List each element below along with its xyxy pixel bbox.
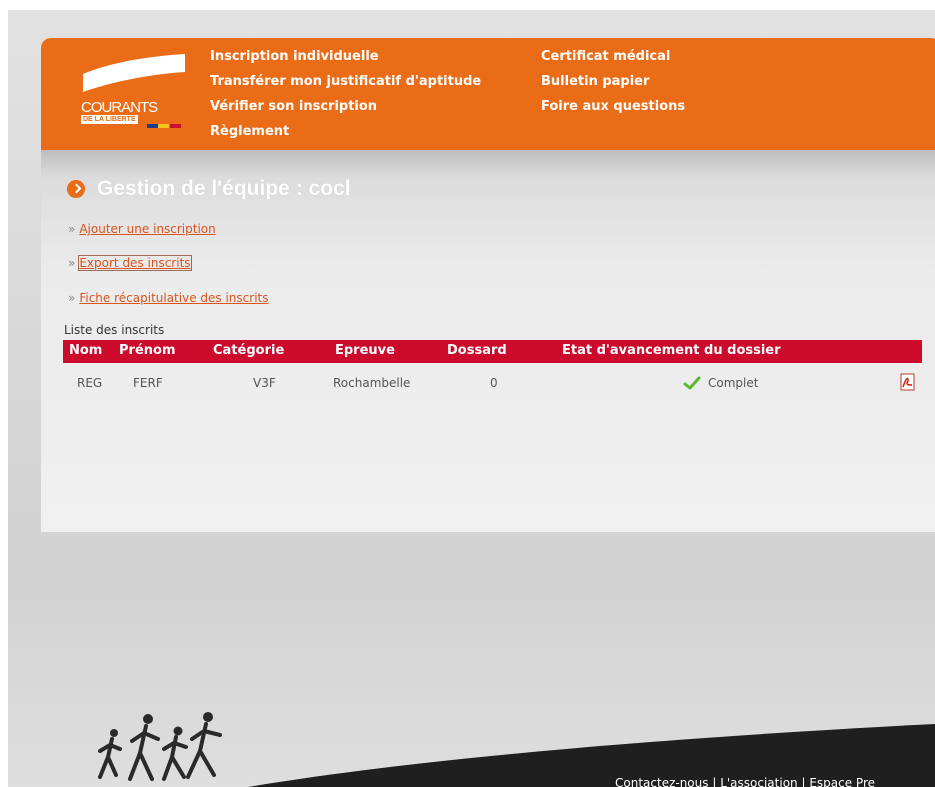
- chevron-right-circle-icon: [67, 180, 85, 198]
- nav-column-primary: Inscription individuelle Transférer mon …: [210, 44, 481, 144]
- column-header-categorie: Catégorie: [213, 343, 285, 358]
- footer-links: Contactez-nous | L'association | Espace …: [615, 776, 875, 787]
- action-item-summary: » Fiche récapitulative des inscrits: [68, 291, 268, 305]
- column-header-etat: Etat d'avancement du dossier: [562, 343, 781, 358]
- page-title: Gestion de l'équipe : cocl: [97, 177, 351, 200]
- cell-etat: Complet: [708, 376, 759, 390]
- export-registrants-link[interactable]: Export des inscrits: [78, 255, 192, 271]
- logo-swoosh: [83, 54, 185, 92]
- cell-epreuve: Rochambelle: [333, 376, 411, 390]
- cell-nom: REG: [77, 376, 103, 390]
- footer-band: [248, 724, 935, 787]
- logo-subname: DE LA LIBERTÉ: [81, 115, 138, 124]
- pdf-icon[interactable]: [899, 372, 917, 392]
- registrants-table-header: Nom Prénom Catégorie Epreuve Dossard Eta…: [63, 340, 922, 363]
- site-header: COURANTS DE LA LIBERTÉ Inscription indiv…: [41, 38, 935, 150]
- page-background: COURANTS DE LA LIBERTÉ Inscription indiv…: [8, 10, 935, 787]
- nav-link-transferer-justificatif[interactable]: Transférer mon justificatif d'aptitude: [210, 69, 481, 94]
- column-header-epreuve: Epreuve: [335, 343, 395, 358]
- registrants-list-caption: Liste des inscrits: [64, 323, 165, 337]
- footer-link-press[interactable]: Espace Pre: [809, 776, 875, 787]
- nav-link-certificat-medical[interactable]: Certificat médical: [541, 44, 685, 69]
- bullet-icon: »: [68, 291, 76, 305]
- column-header-nom: Nom: [69, 343, 103, 358]
- site-logo[interactable]: COURANTS DE LA LIBERTÉ: [81, 52, 191, 132]
- logo-name: COURANTS: [81, 99, 158, 116]
- summary-sheet-link[interactable]: Fiche récapitulative des inscrits: [79, 291, 268, 305]
- nav-link-reglement[interactable]: Règlement: [210, 119, 481, 144]
- nav-link-faq[interactable]: Foire aux questions: [541, 94, 685, 119]
- action-item-add: » Ajouter une inscription: [68, 222, 216, 236]
- logo-color-bar: [147, 124, 181, 128]
- cell-categorie: V3F: [253, 376, 276, 390]
- nav-link-inscription-individuelle[interactable]: Inscription individuelle: [210, 44, 481, 69]
- add-registration-link[interactable]: Ajouter une inscription: [79, 222, 215, 236]
- cell-dossard: 0: [490, 376, 498, 390]
- column-header-prenom: Prénom: [119, 343, 176, 358]
- bullet-icon: »: [68, 256, 76, 270]
- footer-link-association[interactable]: L'association: [720, 776, 797, 787]
- checkmark-icon: [683, 376, 701, 390]
- nav-column-secondary: Certificat médical Bulletin papier Foire…: [541, 44, 685, 119]
- nav-link-verifier-inscription[interactable]: Vérifier son inscription: [210, 94, 481, 119]
- bullet-icon: »: [68, 222, 76, 236]
- action-item-export: » Export des inscrits: [68, 255, 192, 271]
- nav-link-bulletin-papier[interactable]: Bulletin papier: [541, 69, 685, 94]
- table-row: REG FERF V3F Rochambelle 0 Complet: [63, 363, 922, 403]
- footer-link-contact[interactable]: Contactez-nous: [615, 776, 709, 787]
- column-header-dossard: Dossard: [447, 343, 507, 358]
- team-management-panel: Gestion de l'équipe : cocl » Ajouter une …: [41, 150, 935, 532]
- cell-prenom: FERF: [133, 376, 163, 390]
